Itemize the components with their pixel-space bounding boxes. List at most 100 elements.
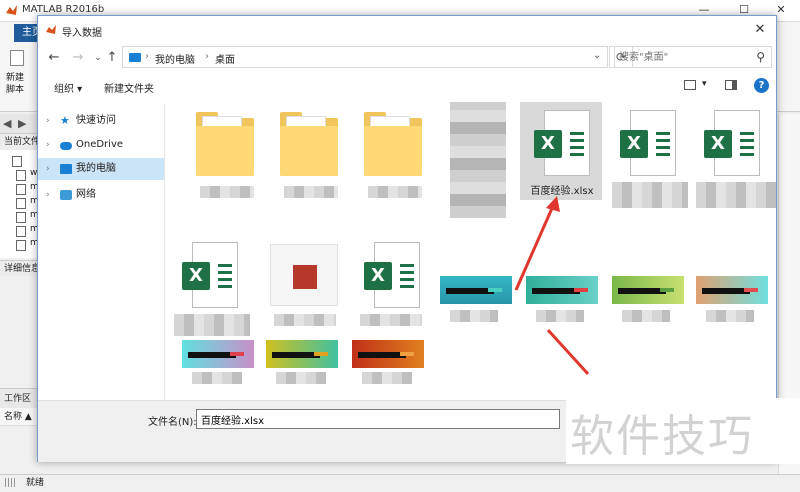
close-icon[interactable]: ✕ bbox=[750, 21, 770, 39]
watermark: 软件技巧 bbox=[566, 398, 800, 464]
file-icon bbox=[16, 226, 26, 237]
chevron-down-icon[interactable]: ⌄ bbox=[593, 50, 601, 61]
preview-pane-icon[interactable] bbox=[725, 80, 737, 90]
matlab-logo-icon bbox=[5, 4, 18, 17]
blurred-label bbox=[368, 186, 422, 198]
computer-icon bbox=[60, 164, 72, 174]
image-item[interactable] bbox=[436, 102, 520, 218]
image-thumbnail bbox=[352, 340, 424, 368]
forward-icon[interactable]: ▶ bbox=[18, 117, 26, 130]
sidebar-item-this-pc[interactable]: › 我的电脑 bbox=[38, 158, 164, 180]
sidebar-item-label: 网络 bbox=[76, 189, 96, 200]
chevron-right-icon[interactable]: › bbox=[46, 158, 50, 180]
image-item[interactable] bbox=[520, 266, 604, 376]
excel-file[interactable]: X bbox=[690, 102, 776, 212]
excel-icon: X bbox=[182, 242, 240, 308]
import-dialog: 导入数据 ✕ ← → ⌄ ↑ › 我的电脑 › 桌面 ⌄ ⟳ ⚲ 组织 ▾ 新建… bbox=[37, 15, 777, 462]
pane-divider bbox=[164, 104, 165, 400]
blurred-label bbox=[192, 372, 242, 384]
navigation-bar: ← → ⌄ ↑ › 我的电脑 › 桌面 ⌄ ⟳ ⚲ bbox=[38, 44, 776, 72]
new-folder-button[interactable]: 新建文件夹 bbox=[104, 80, 154, 95]
image-item[interactable] bbox=[434, 266, 518, 376]
star-icon: ★ bbox=[60, 114, 70, 127]
image-item[interactable] bbox=[606, 266, 690, 376]
blurred-label bbox=[536, 310, 584, 322]
image-thumbnail bbox=[526, 276, 598, 304]
blurred-label bbox=[284, 186, 338, 198]
excel-icon: X bbox=[364, 242, 422, 308]
image-thumbnail bbox=[266, 340, 338, 368]
dialog-title: 导入数据 bbox=[62, 28, 102, 39]
blurred-label bbox=[362, 372, 412, 384]
folder-item[interactable] bbox=[184, 102, 268, 212]
details-header: 详细信息 bbox=[0, 260, 40, 276]
matlab-file-list: w m m m m m bbox=[0, 150, 40, 258]
chevron-right-icon[interactable]: › bbox=[46, 134, 50, 156]
excel-file-selected[interactable]: X 百度经验.xlsx bbox=[520, 102, 604, 212]
search-input[interactable] bbox=[619, 50, 747, 64]
image-thumbnail bbox=[440, 276, 512, 304]
sidebar-item-label: OneDrive bbox=[76, 139, 124, 150]
excel-file[interactable]: X bbox=[168, 234, 252, 344]
image-item[interactable] bbox=[264, 234, 348, 344]
folder-icon bbox=[280, 112, 338, 176]
new-script-button[interactable]: 新建 脚本 bbox=[6, 72, 32, 96]
folder-item[interactable] bbox=[268, 102, 352, 212]
excel-file[interactable]: X bbox=[350, 234, 434, 344]
blurred-label bbox=[622, 310, 670, 322]
breadcrumb-sep: › bbox=[205, 51, 209, 62]
navigation-pane: › ★ 快速访问 › OneDrive › 我的电脑 › 网络 bbox=[38, 104, 164, 400]
help-icon[interactable]: ? bbox=[754, 78, 769, 93]
sidebar-item-network[interactable]: › 网络 bbox=[38, 184, 164, 206]
view-icon[interactable] bbox=[684, 80, 696, 90]
image-thumbnail bbox=[612, 276, 684, 304]
excel-icon: X bbox=[704, 110, 762, 176]
filename-input[interactable] bbox=[196, 409, 560, 429]
sidebar-item-quick-access[interactable]: › ★ 快速访问 bbox=[38, 110, 164, 132]
status-text: 就绪 bbox=[26, 478, 45, 488]
file-icon bbox=[16, 198, 26, 209]
forward-icon[interactable]: → bbox=[70, 50, 86, 66]
blurred-label bbox=[450, 310, 498, 322]
folder-icon bbox=[196, 112, 254, 176]
name-column-header[interactable]: 名称 ▲ bbox=[0, 408, 40, 426]
organize-menu[interactable]: 组织 ▾ bbox=[54, 80, 82, 95]
dialog-titlebar: 导入数据 ✕ bbox=[38, 16, 776, 44]
new-script-icon[interactable] bbox=[10, 50, 24, 66]
folder-item[interactable] bbox=[352, 102, 436, 212]
file-name: 百度经验.xlsx bbox=[530, 186, 594, 197]
excel-file[interactable]: X bbox=[606, 102, 690, 212]
file-icon bbox=[16, 184, 26, 195]
sidebar-item-label: 我的电脑 bbox=[76, 163, 116, 174]
folder-icon bbox=[364, 112, 422, 176]
cloud-icon bbox=[60, 142, 72, 150]
blurred-label bbox=[696, 182, 776, 208]
back-icon[interactable]: ◀ bbox=[3, 117, 11, 130]
filename-label: 文件名(N): bbox=[148, 417, 197, 428]
seal-image bbox=[293, 265, 317, 289]
image-item[interactable] bbox=[690, 266, 774, 376]
search-icon[interactable]: ⚲ bbox=[756, 50, 765, 64]
breadcrumb-item[interactable]: 我的电脑 bbox=[155, 51, 195, 66]
chevron-down-icon[interactable]: ▾ bbox=[702, 79, 707, 89]
sidebar-item-label: 快速访问 bbox=[76, 115, 116, 126]
breadcrumb-item[interactable]: 桌面 bbox=[215, 51, 235, 66]
up-icon[interactable]: ↑ bbox=[104, 50, 120, 66]
matlab-nav-bar: ◀ ▶ bbox=[0, 114, 40, 134]
search-box[interactable]: ⚲ bbox=[614, 46, 772, 68]
blurred-label bbox=[200, 186, 254, 198]
back-icon[interactable]: ← bbox=[46, 50, 62, 66]
grip-icon: |||| bbox=[4, 478, 17, 488]
chevron-right-icon[interactable]: › bbox=[46, 110, 50, 132]
chevron-right-icon[interactable]: › bbox=[46, 184, 50, 206]
file-icon bbox=[16, 240, 26, 251]
matlab-logo-icon bbox=[45, 24, 57, 36]
blurred-label bbox=[274, 314, 336, 326]
address-bar[interactable]: › 我的电脑 › 桌面 ⌄ bbox=[122, 46, 608, 68]
blurred-label bbox=[360, 314, 422, 326]
network-icon bbox=[60, 190, 72, 200]
sidebar-item-onedrive[interactable]: › OneDrive bbox=[38, 134, 164, 156]
dialog-toolbar: 组织 ▾ 新建文件夹 ▾ ? bbox=[38, 74, 776, 98]
current-folder-header: 当前文件 bbox=[0, 134, 40, 150]
seal-thumbnail bbox=[270, 244, 338, 306]
